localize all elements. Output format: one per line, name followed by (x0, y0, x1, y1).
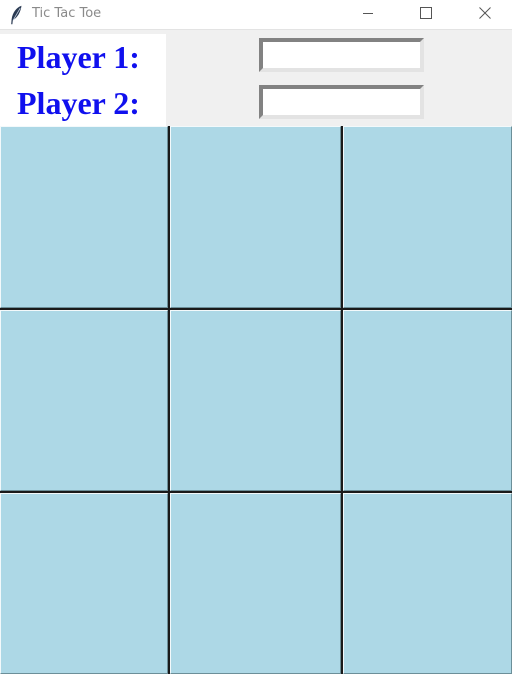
player-label-column: Player 1: Player 2: (0, 34, 166, 126)
player1-name-input[interactable] (259, 38, 424, 72)
close-icon (479, 6, 491, 24)
game-board (0, 126, 512, 674)
minimize-button[interactable] (345, 0, 391, 29)
player1-label: Player 1: (17, 39, 140, 75)
maximize-icon (420, 6, 432, 24)
player2-label: Player 2: (17, 85, 140, 121)
feather-icon (9, 5, 23, 25)
board-cell-r3c2[interactable] (170, 493, 341, 674)
board-cell-r2c3[interactable] (343, 310, 512, 491)
board-cell-r3c1[interactable] (0, 493, 168, 674)
maximize-button[interactable] (403, 0, 449, 29)
board-cell-r1c2[interactable] (170, 126, 341, 308)
app-window: Tic Tac Toe Player 1: Player 2: (0, 0, 512, 674)
title-bar[interactable]: Tic Tac Toe (0, 0, 512, 30)
board-cell-r2c1[interactable] (0, 310, 168, 491)
close-button[interactable] (462, 0, 508, 29)
board-cell-r3c3[interactable] (343, 493, 512, 674)
minimize-icon (362, 6, 374, 24)
window-title: Tic Tac Toe (32, 6, 102, 21)
player2-name-input[interactable] (259, 85, 424, 119)
board-cell-r1c3[interactable] (343, 126, 512, 308)
player-panel: Player 1: Player 2: (0, 34, 512, 126)
board-cell-r2c2[interactable] (170, 310, 341, 491)
board-cell-r1c1[interactable] (0, 126, 168, 308)
